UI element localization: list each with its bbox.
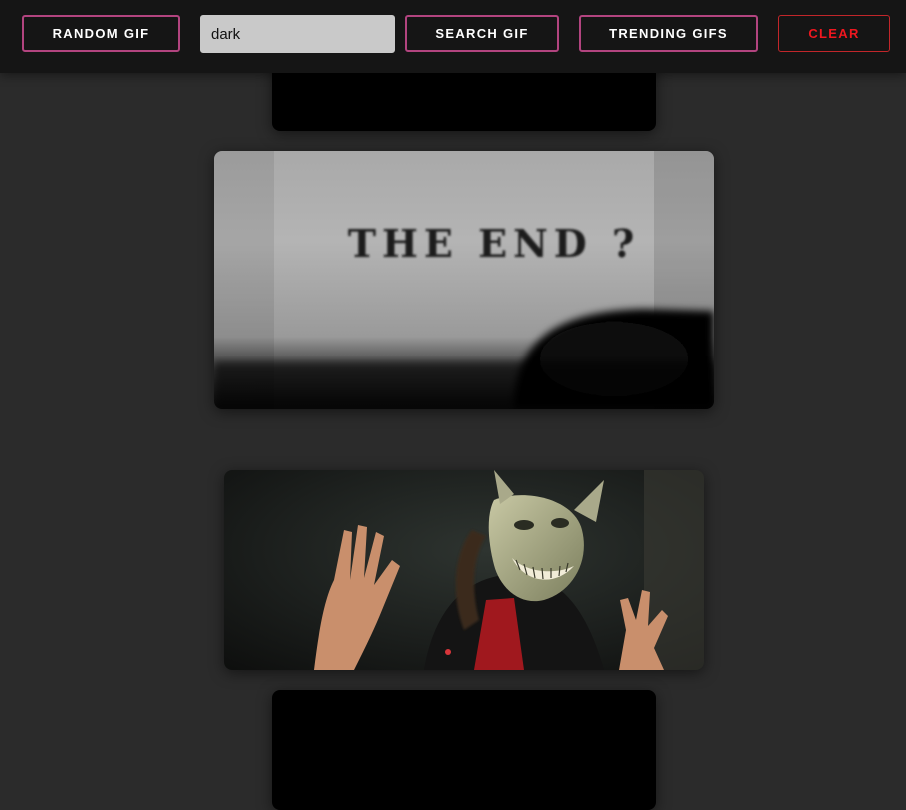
trending-gifs-button[interactable]: TRENDING GIFS — [579, 15, 758, 52]
top-toolbar: RANDOM GIF SEARCH GIF TRENDING GIFS CLEA… — [0, 0, 906, 73]
gif-feed: THE END ? — [0, 0, 906, 810]
random-gif-button[interactable]: RANDOM GIF — [22, 15, 180, 52]
typewriter-gif-image: THE END ? — [214, 151, 714, 409]
search-gif-button[interactable]: SEARCH GIF — [405, 15, 559, 52]
search-input[interactable] — [200, 15, 395, 53]
gif-card[interactable] — [224, 470, 704, 670]
gif-caption: THE END ? — [348, 221, 641, 266]
clear-button[interactable]: CLEAR — [778, 15, 890, 52]
gif-card[interactable] — [272, 690, 656, 810]
gif-card[interactable]: THE END ? — [214, 151, 714, 409]
masked-figure-gif-image — [224, 470, 704, 670]
